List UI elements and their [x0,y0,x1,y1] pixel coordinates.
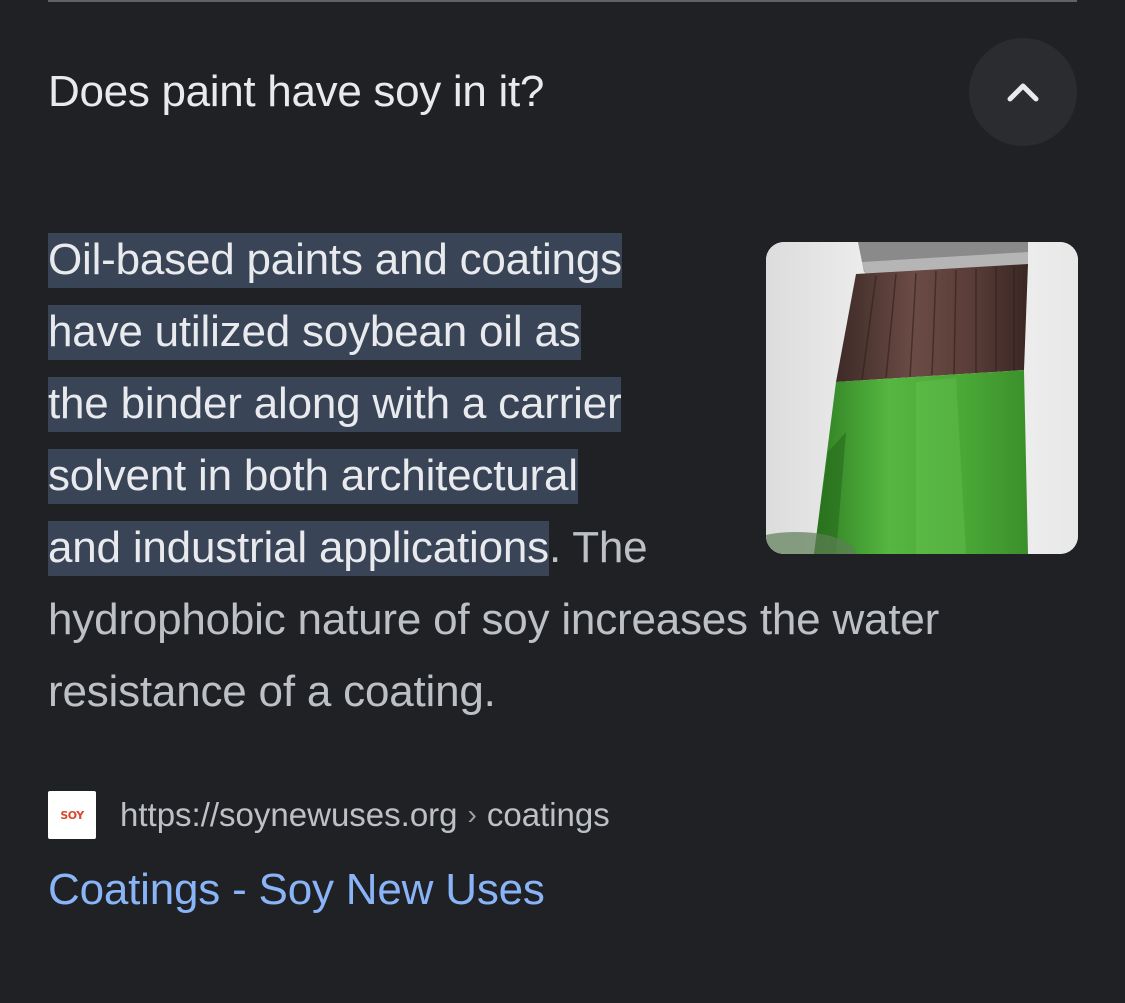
collapse-button[interactable] [969,38,1077,146]
source-path[interactable]: coatings [487,796,610,834]
paintbrush-image[interactable] [766,242,1078,554]
answer-highlight-line: Oil-based paints and coatings [48,233,622,288]
site-favicon: SOY [48,791,96,839]
favicon-label: SOY [60,808,84,822]
source-row[interactable]: SOY https://soynewuses.org › coatings [48,790,610,840]
answer-snippet: Oil-based paints and coatings have utili… [48,224,1078,728]
breadcrumb-separator: › [467,799,477,830]
question-row[interactable]: Does paint have soy in it? [48,38,1077,146]
top-divider [48,0,1077,2]
question-title[interactable]: Does paint have soy in it? [48,66,544,118]
answer-highlight-line: and industrial applications [48,521,549,576]
result-title-link[interactable]: Coatings - Soy New Uses [48,862,545,918]
source-url[interactable]: https://soynewuses.org [120,796,458,834]
answer-highlight-line: have utilized soybean oil as [48,305,581,360]
paintbrush-green-paint-image [766,242,1078,554]
answer-highlight-line: solvent in both architectural [48,449,578,504]
chevron-up-icon [1007,83,1039,102]
faq-panel: Does paint have soy in it? Oil-based pai… [0,0,1125,1003]
answer-highlight-line: the binder along with a carrier [48,377,622,432]
